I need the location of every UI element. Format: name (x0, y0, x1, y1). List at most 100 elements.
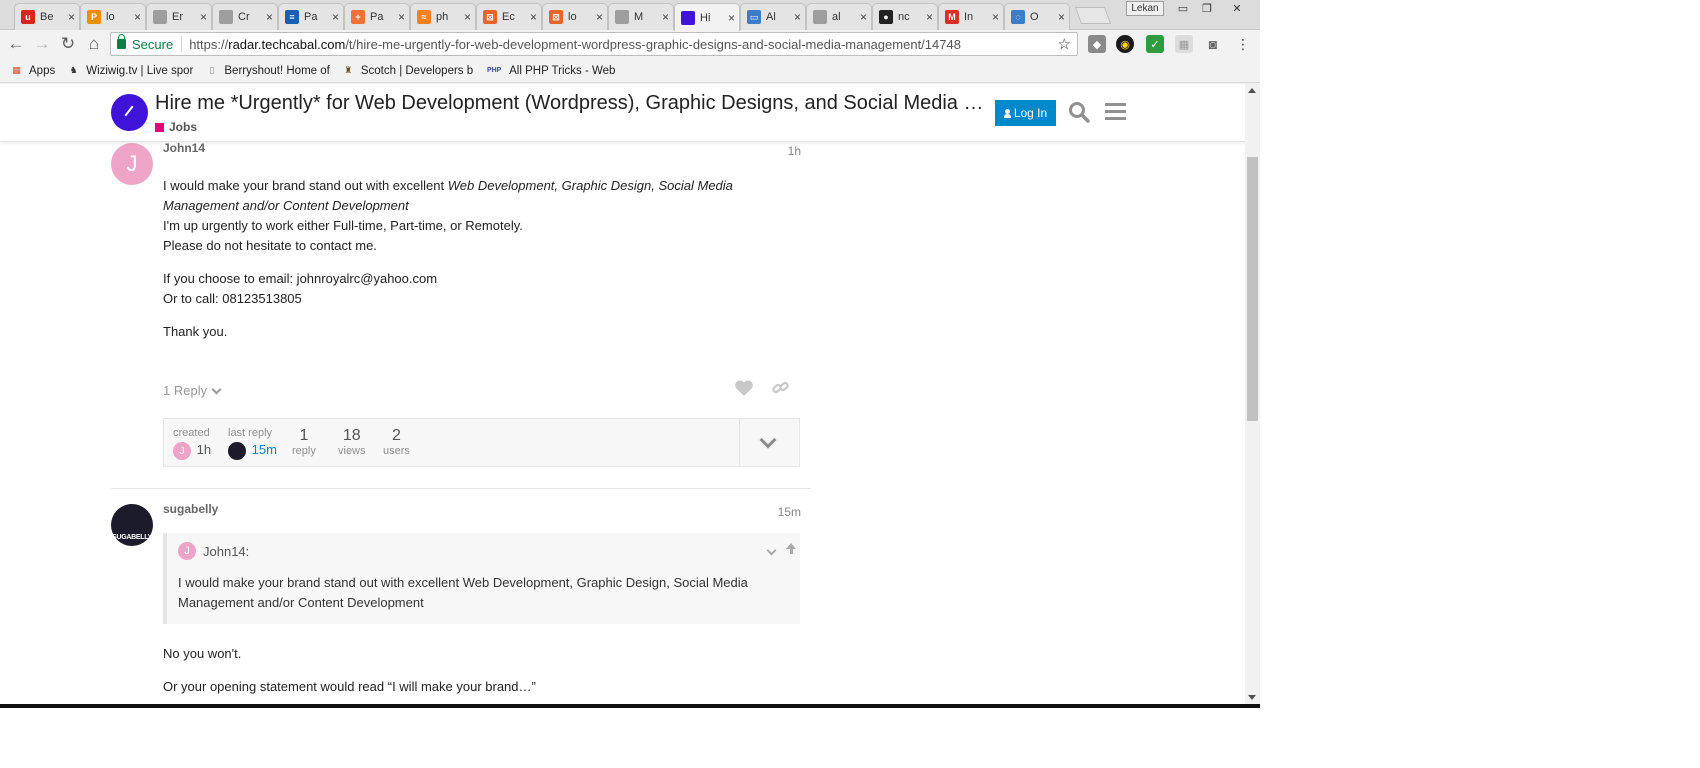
browser-tab[interactable]: ● nc × (872, 3, 938, 30)
back-icon[interactable]: ← (5, 33, 27, 55)
browser-tab[interactable]: Er × (146, 3, 212, 30)
forward-icon[interactable]: → (31, 33, 53, 55)
tab-favicon-icon: ● (879, 10, 893, 24)
login-button[interactable]: Log In (995, 100, 1056, 126)
post-date[interactable]: 1h (775, 144, 801, 158)
post-date[interactable]: 15m (775, 505, 801, 519)
url-separator (181, 36, 183, 52)
url-text[interactable]: https://radar.techcabal.com/t/hire-me-ur… (189, 37, 961, 52)
page-scrollbar[interactable] (1245, 84, 1260, 704)
browser-tab[interactable]: + Pa × (344, 3, 410, 30)
tab-title: Er (172, 11, 183, 23)
restore-icon[interactable]: ❐ (1196, 1, 1218, 16)
window-bottom-edge (0, 704, 1260, 708)
tab-close-icon[interactable]: × (992, 10, 999, 24)
tab-close-icon[interactable]: × (398, 10, 405, 24)
extension-shield-icon[interactable]: ◆ (1088, 35, 1106, 53)
post-text: I would make your brand stand out with e… (163, 178, 448, 193)
bookmark-item[interactable]: ♞ Wiziwig.tv | Live spor (67, 64, 194, 77)
hamburger-menu-icon[interactable] (1105, 103, 1126, 121)
search-icon[interactable] (1068, 101, 1090, 123)
arrow-up-icon[interactable] (786, 543, 796, 554)
apps-grid-icon: ▦ (12, 65, 21, 75)
tab-close-icon[interactable]: × (530, 10, 537, 24)
tab-title: Cr (238, 11, 250, 23)
tab-close-icon[interactable]: × (662, 10, 669, 24)
tab-favicon-icon: P (87, 10, 101, 24)
scrollbar-thumb[interactable] (1247, 157, 1258, 421)
bookmark-item[interactable]: ♜ Scotch | Developers b (342, 64, 473, 77)
browser-tab[interactable]: al × (806, 3, 872, 30)
browser-toolbar: ← → ↻ ⌂ Secure https://radar.techcabal.c… (0, 31, 1260, 58)
close-window-icon[interactable]: ✕ (1226, 1, 1248, 16)
tab-close-icon[interactable]: × (794, 10, 801, 24)
extension-chat-icon[interactable]: ◉ (1116, 35, 1134, 53)
link-icon[interactable] (771, 379, 791, 397)
bookmark-item[interactable]: ▦ Apps (10, 64, 55, 77)
browser-tab[interactable]: Plo × (80, 3, 146, 30)
browser-tab[interactable]: ▭ Al × (740, 3, 806, 30)
tab-close-icon[interactable]: × (200, 10, 207, 24)
camera-icon[interactable]: ◙ (1204, 35, 1222, 53)
address-bar[interactable]: Secure https://radar.techcabal.com/t/hir… (110, 32, 1078, 56)
tab-close-icon[interactable]: × (860, 10, 867, 24)
tab-close-icon[interactable]: × (134, 10, 141, 24)
new-tab-button[interactable] (1074, 7, 1112, 24)
avatar-text: SUGABELLY (112, 533, 152, 541)
browser-tab[interactable]: Hi × (674, 3, 740, 31)
browser-tab[interactable]: ◌ O × (1004, 3, 1070, 30)
browser-tab[interactable]: ⊠ lo × (542, 3, 608, 30)
profile-button[interactable]: Lekan (1126, 1, 1164, 16)
topic-title[interactable]: Hire me *Urgently* for Web Development (… (155, 92, 990, 115)
bookmark-star-icon[interactable]: ☆ (1058, 35, 1071, 53)
avatar[interactable]: J (111, 143, 153, 185)
browser-tab[interactable]: M In × (938, 3, 1004, 30)
chevron-down-icon[interactable] (766, 545, 777, 556)
browser-tab[interactable]: ≡ Pa × (278, 3, 344, 30)
bookmark-item[interactable]: ▯ Berryshout! Home of (205, 64, 329, 77)
extension-grid-icon[interactable]: ▦ (1175, 35, 1193, 53)
site-logo[interactable] (111, 94, 148, 131)
tab-title: al (832, 11, 841, 23)
tab-close-icon[interactable]: × (596, 10, 603, 24)
minimize-icon[interactable]: ▭ (1172, 1, 1194, 16)
topic-map-last-reply[interactable]: last reply 15m (228, 427, 277, 460)
reply-label: reply (292, 445, 316, 457)
browser-tab[interactable]: M × (608, 3, 674, 30)
chevron-down-icon (211, 384, 222, 394)
home-icon[interactable]: ⌂ (83, 33, 105, 55)
tab-title: In (964, 11, 974, 23)
scroll-down-icon[interactable] (1248, 695, 1256, 700)
tab-title: Hi (700, 11, 711, 24)
extension-ghostery-icon[interactable]: ✓ (1146, 35, 1164, 53)
bookmark-item[interactable]: PHP All PHP Tricks - Web (485, 64, 616, 77)
kebab-menu-icon[interactable]: ⋮ (1234, 35, 1252, 53)
category-badge[interactable]: Jobs (155, 120, 197, 134)
tab-close-icon[interactable]: × (1058, 10, 1065, 24)
tab-close-icon[interactable]: × (332, 10, 339, 24)
topic-map-created[interactable]: created J 1h (173, 427, 211, 460)
tab-close-icon[interactable]: × (68, 10, 75, 24)
tab-close-icon[interactable]: × (926, 10, 933, 24)
replies-toggle-button[interactable]: 1 Reply (163, 383, 222, 398)
browser-tab[interactable]: u Be × (14, 3, 80, 30)
browser-tab[interactable]: ⊠ Ec × (476, 3, 542, 30)
tab-strip: u Be × Plo × Er × Cr × ≡ Pa × + Pa × ≈ ph × ⊠ Ec × ⊠ lo × M × Hi × ▭… (0, 0, 1260, 31)
tab-close-icon[interactable]: × (464, 10, 471, 24)
browser-tab[interactable]: Cr × (212, 3, 278, 30)
php-icon: PHP (486, 67, 502, 74)
chevron-down-icon[interactable] (759, 431, 777, 449)
tab-close-icon[interactable]: × (266, 10, 273, 24)
post-username[interactable]: John14 (163, 141, 205, 155)
tab-favicon-icon: ⊠ (483, 10, 497, 24)
heart-icon[interactable] (734, 379, 754, 397)
browser-tab[interactable]: ≈ ph × (410, 3, 476, 30)
scroll-up-icon[interactable] (1248, 88, 1256, 93)
tab-title: Pa (370, 11, 384, 23)
tab-title: Be (40, 11, 54, 23)
reload-icon[interactable]: ↻ (57, 33, 79, 55)
tab-close-icon[interactable]: × (728, 11, 735, 25)
post-username[interactable]: sugabelly (163, 502, 218, 516)
last-reply-label: last reply (228, 427, 273, 439)
avatar[interactable]: SUGABELLY (111, 504, 153, 546)
